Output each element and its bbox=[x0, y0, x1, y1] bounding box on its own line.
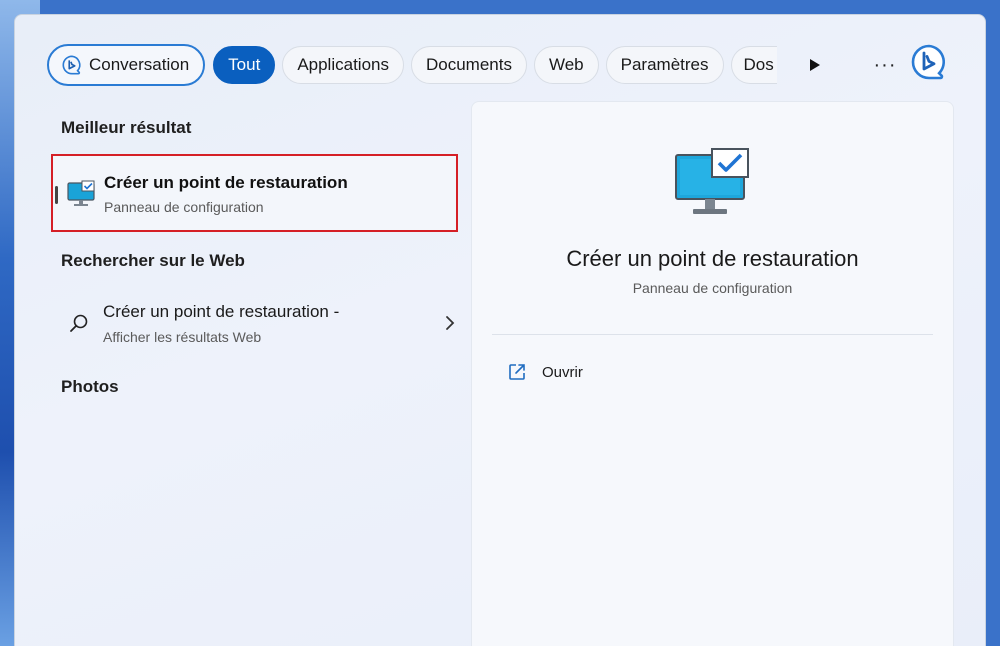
search-tab-bar: Conversation Tout Applications Documents… bbox=[47, 44, 965, 86]
tab-applications[interactable]: Applications bbox=[282, 46, 404, 84]
preview-title: Créer un point de restauration bbox=[566, 246, 859, 271]
tab-dossiers[interactable]: Dos bbox=[730, 46, 777, 84]
open-action-label: Ouvrir bbox=[542, 363, 583, 381]
open-external-icon bbox=[509, 364, 525, 380]
preview-pane: Créer un point de restauration Panneau d… bbox=[471, 101, 954, 646]
chevron-right-icon[interactable] bbox=[443, 315, 457, 331]
tab-label: Dos bbox=[743, 55, 774, 74]
tab-label: Paramètres bbox=[620, 55, 709, 74]
bing-chat-icon bbox=[62, 55, 81, 75]
monitor-checkbox-icon bbox=[675, 148, 749, 214]
tab-web[interactable]: Web bbox=[533, 46, 599, 84]
web-search-result[interactable]: Créer un point de restauration - Affiche… bbox=[51, 295, 461, 355]
preview-divider bbox=[492, 334, 933, 335]
web-result-subtitle: Afficher les résultats Web bbox=[103, 329, 262, 345]
tab-label: Applications bbox=[297, 55, 389, 74]
monitor-checkbox-icon bbox=[67, 180, 95, 206]
best-result-item[interactable]: Créer un point de restauration Panneau d… bbox=[51, 154, 458, 232]
tab-parametres[interactable]: Paramètres bbox=[605, 46, 724, 84]
tab-conversation[interactable]: Conversation bbox=[47, 44, 206, 86]
tab-tout[interactable]: Tout bbox=[213, 46, 276, 84]
tab-label: Conversation bbox=[89, 55, 190, 74]
section-best-result-heading: Meilleur résultat bbox=[61, 118, 192, 137]
tab-label: Web bbox=[548, 55, 584, 74]
web-result-title: Créer un point de restauration - bbox=[103, 302, 340, 321]
search-window: Conversation Tout Applications Documents… bbox=[14, 14, 986, 646]
more-options-button[interactable]: ··· bbox=[874, 55, 897, 75]
tab-label: Tout bbox=[228, 55, 261, 74]
tab-label: Documents bbox=[425, 55, 512, 74]
best-result-title: Créer un point de restauration bbox=[104, 173, 348, 192]
open-action[interactable]: Ouvrir bbox=[508, 360, 583, 384]
bing-logo-icon[interactable] bbox=[909, 43, 949, 83]
section-web-heading: Rechercher sur le Web bbox=[61, 251, 245, 270]
section-photos-heading: Photos bbox=[61, 377, 119, 396]
selection-indicator bbox=[55, 186, 58, 204]
scroll-tabs-right-button[interactable] bbox=[804, 54, 826, 76]
best-result-subtitle: Panneau de configuration bbox=[104, 199, 264, 215]
search-icon bbox=[70, 314, 88, 332]
preview-subtitle: Panneau de configuration bbox=[632, 280, 793, 296]
tab-documents[interactable]: Documents bbox=[410, 46, 527, 84]
play-arrow-icon bbox=[809, 59, 820, 71]
